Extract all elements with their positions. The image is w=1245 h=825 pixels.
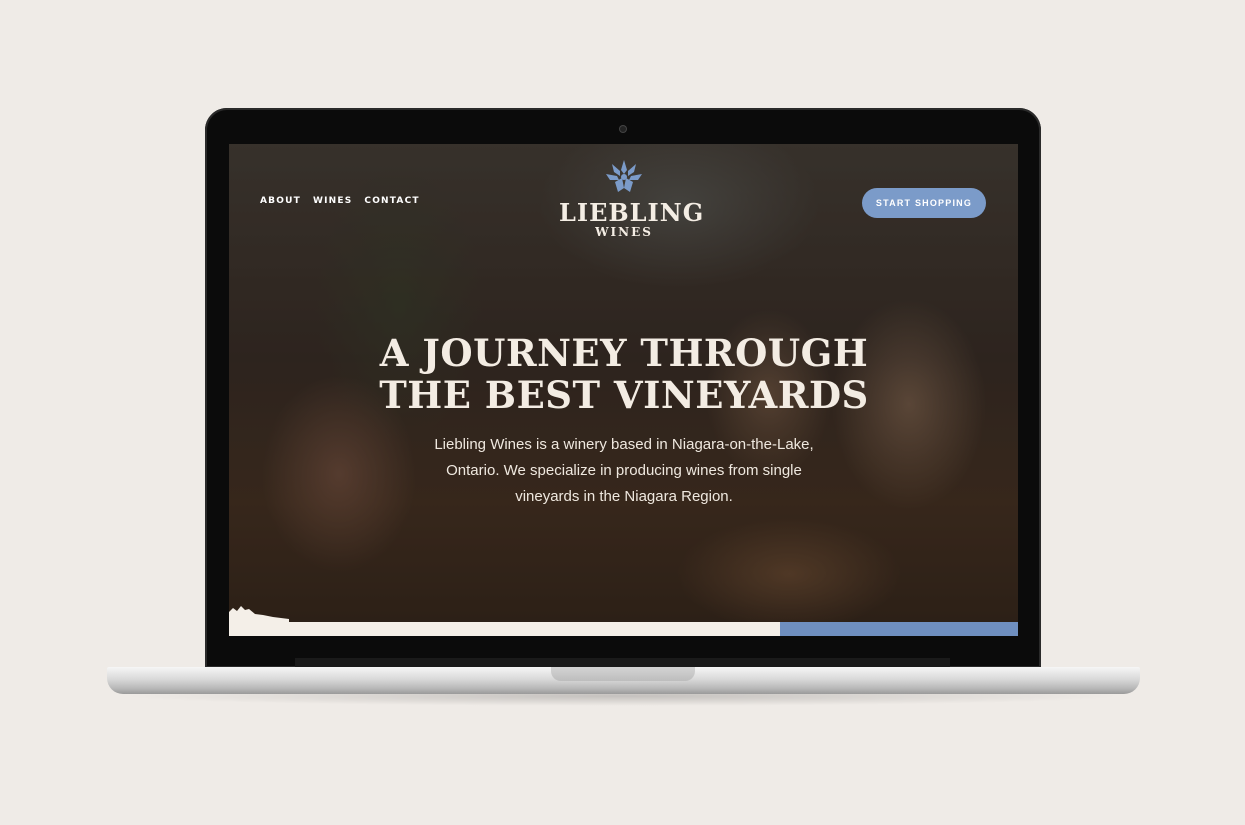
- next-section-light: [229, 622, 780, 636]
- start-shopping-button[interactable]: START SHOPPING: [862, 188, 986, 218]
- nav-about[interactable]: ABOUT: [260, 196, 301, 206]
- hero-headline-line-2: THE BEST VINEYARDS: [379, 373, 869, 417]
- hero-headline-line-1: A JOURNEY THROUGH: [379, 331, 869, 375]
- cornflower-icon: [606, 160, 642, 192]
- site-logo[interactable]: LIEBLING WINES: [559, 158, 705, 253]
- website-screen: ABOUT WINES CONTACT LIEBLING WINES START…: [229, 144, 1018, 636]
- camera-icon: [620, 126, 626, 132]
- next-section-blue: [780, 622, 1018, 636]
- hero-headline: A JOURNEY THROUGH THE BEST VINEYARDS: [379, 332, 869, 416]
- nav-contact[interactable]: CONTACT: [364, 196, 419, 206]
- logo-subtitle: WINES: [595, 225, 653, 239]
- landscape-decoration: [229, 606, 289, 624]
- main-nav: ABOUT WINES CONTACT: [260, 196, 420, 206]
- hero-description: Liebling Wines is a winery based in Niag…: [434, 436, 814, 505]
- nav-wines[interactable]: WINES: [313, 196, 352, 206]
- laptop-notch: [551, 667, 695, 681]
- logo-wordmark: LIEBLING: [559, 198, 705, 227]
